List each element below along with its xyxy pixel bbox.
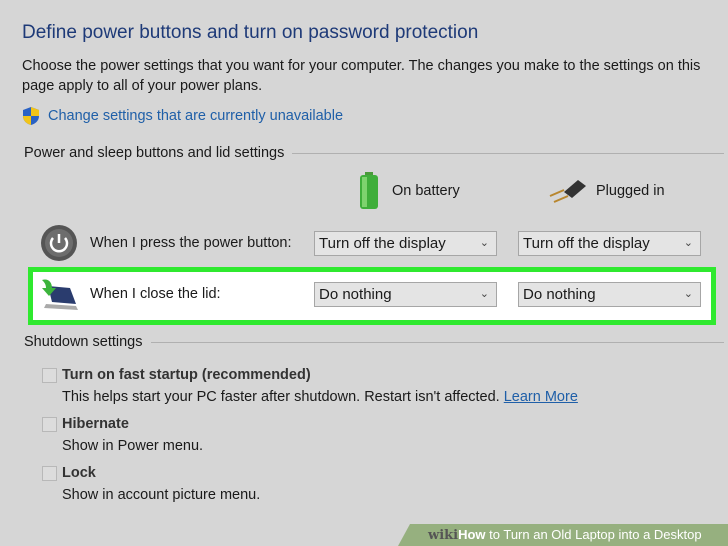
chevron-down-icon: ⌄: [479, 288, 489, 300]
power-section-header: Power and sleep buttons and lid settings: [24, 145, 724, 161]
column-on-battery: On battery: [356, 172, 460, 210]
selected-value: Turn off the display: [523, 235, 650, 252]
hibernate-checkbox[interactable]: [42, 417, 57, 432]
watermark-brand: wiki: [428, 528, 459, 543]
selected-value: Do nothing: [319, 286, 392, 303]
lock-description: Show in account picture menu.: [62, 487, 261, 503]
hibernate-description: Show in Power menu.: [62, 438, 204, 454]
fast-startup-desc-text: This helps start your PC faster after sh…: [62, 389, 500, 405]
battery-icon: [360, 172, 378, 209]
power-button-icon: [41, 225, 77, 261]
chevron-down-icon: ⌄: [479, 237, 489, 249]
chevron-down-icon: ⌄: [683, 288, 693, 300]
laptop-lid-icon: [42, 279, 78, 310]
power-button-plugged-select[interactable]: Turn off the display ⌄: [518, 231, 701, 256]
close-lid-battery-select[interactable]: Do nothing ⌄: [314, 282, 497, 307]
fast-startup-checkbox[interactable]: [42, 368, 57, 383]
uac-shield-icon: [23, 107, 39, 125]
page-title: Define power buttons and turn on passwor…: [22, 22, 479, 43]
power-plug-icon: [549, 180, 586, 203]
watermark-how: How: [458, 527, 486, 542]
selected-value: Do nothing: [523, 286, 596, 303]
page-description: Choose the power settings that you want …: [22, 58, 701, 94]
hibernate-label[interactable]: Hibernate: [62, 416, 129, 432]
close-lid-plugged-select[interactable]: Do nothing ⌄: [518, 282, 701, 307]
wikihow-watermark: wikiHow to Turn an Old Laptop into a Des…: [398, 524, 728, 546]
power-button-label: When I press the power button:: [90, 235, 292, 251]
watermark-title: to Turn an Old Laptop into a Desktop: [485, 527, 702, 542]
selected-value: Turn off the display: [319, 235, 446, 252]
power-section-title: Power and sleep buttons and lid settings: [24, 145, 285, 161]
shutdown-section-header: Shutdown settings: [24, 334, 724, 350]
learn-more-link[interactable]: Learn More: [504, 389, 578, 405]
change-settings-text[interactable]: Change settings that are currently unava…: [48, 108, 343, 124]
lock-label[interactable]: Lock: [62, 465, 96, 481]
change-settings-link[interactable]: Change settings that are currently unava…: [22, 106, 343, 126]
chevron-down-icon: ⌄: [683, 237, 693, 249]
lock-checkbox[interactable]: [42, 466, 57, 481]
shutdown-section-title: Shutdown settings: [24, 334, 143, 350]
fast-startup-label[interactable]: Turn on fast startup (recommended): [62, 367, 311, 383]
close-lid-label: When I close the lid:: [90, 286, 221, 302]
plugged-in-label: Plugged in: [596, 183, 665, 199]
column-plugged-in: Plugged in: [546, 178, 665, 204]
on-battery-label: On battery: [392, 183, 460, 199]
fast-startup-description: This helps start your PC faster after sh…: [62, 389, 578, 405]
power-button-battery-select[interactable]: Turn off the display ⌄: [314, 231, 497, 256]
